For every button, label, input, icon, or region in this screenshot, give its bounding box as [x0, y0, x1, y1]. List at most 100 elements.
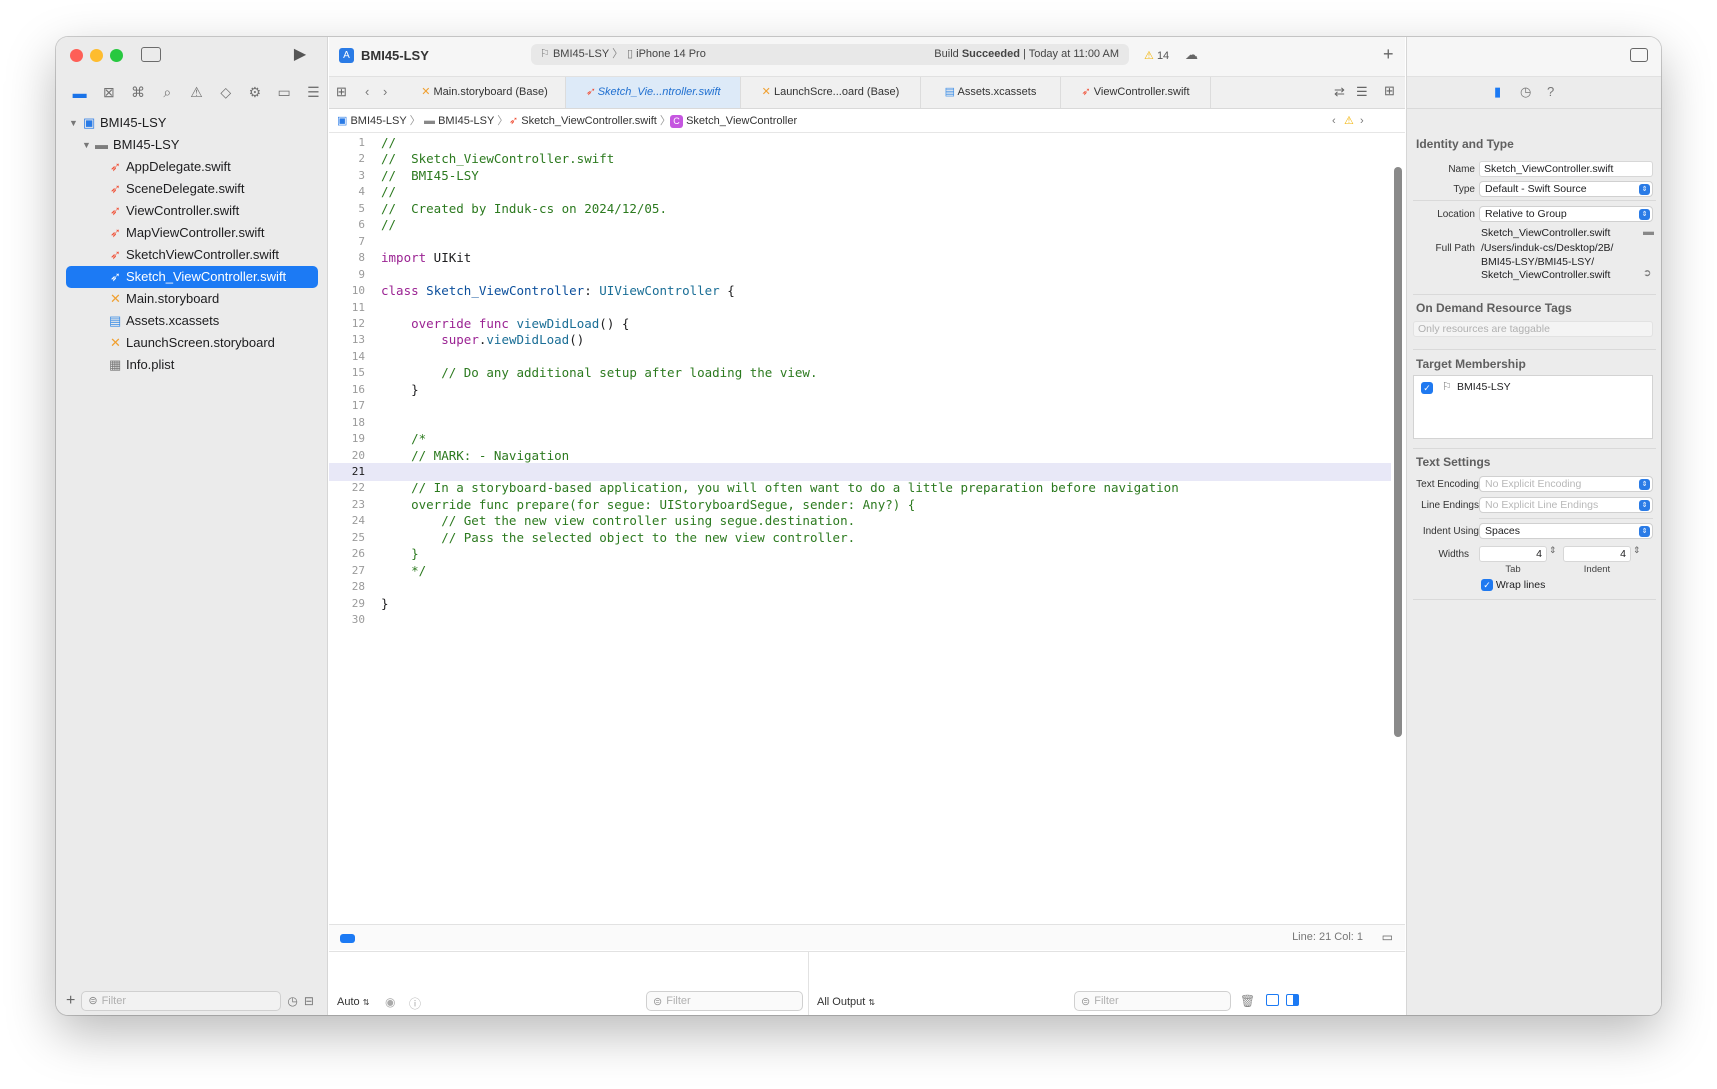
jumpbar-symbol[interactable]: C Sketch_ViewController: [670, 109, 797, 133]
line-number: 29: [351, 596, 365, 610]
close-window-button[interactable]: [70, 49, 83, 62]
test-navigator-diamond-icon[interactable]: ◇: [211, 84, 240, 101]
stepper-icon[interactable]: ⇕: [1633, 545, 1641, 556]
project-navigator-folder-icon[interactable]: ▬: [65, 85, 94, 101]
jumpbar-project[interactable]: ▣ BMI45-LSY 〉: [337, 109, 421, 133]
name-field[interactable]: Sketch_ViewController.swift: [1479, 161, 1653, 177]
minimap-toggle-icon[interactable]: ▭: [1382, 930, 1393, 944]
warning-count-badge[interactable]: ⚠ 14: [1144, 49, 1169, 62]
tree-item-file[interactable]: ➶ SceneDelegate.swift: [56, 178, 328, 200]
jumpbar-file-label: Sketch_ViewController.swift: [521, 115, 657, 127]
recent-files-clock-icon[interactable]: ◷: [287, 994, 297, 1008]
file-inspector-doc-icon[interactable]: ▮: [1494, 84, 1501, 100]
tab-width-field[interactable]: 4: [1479, 546, 1547, 562]
find-navigator-search-icon[interactable]: ⌕: [153, 84, 182, 101]
symbol-navigator-icon[interactable]: ⌘: [123, 84, 152, 101]
eye-icon[interactable]: ◉: [385, 995, 395, 1009]
target-checkbox[interactable]: ✓: [1421, 382, 1433, 394]
history-clock-icon[interactable]: ◷: [1520, 84, 1531, 100]
tree-item-file[interactable]: ▦ Info.plist: [56, 354, 328, 376]
tree-item-file[interactable]: ➶ SketchViewController.swift: [56, 244, 328, 266]
tree-item-file[interactable]: ➶ AppDelegate.swift: [56, 156, 328, 178]
source-editor[interactable]: 1 2 3 4 5 6 7 8 9 10 11 12 13 14 15 16 17 18 19 20 21 22 23 24 2…: [329, 133, 1405, 925]
encoding-popup[interactable]: No Explicit Encoding ⇕: [1479, 476, 1653, 492]
cloud-status-icon[interactable]: ☁: [1185, 47, 1198, 63]
tab-viewcontroller[interactable]: ➶ ViewController.swift: [1061, 77, 1211, 108]
variables-filter-input[interactable]: ⊜ Filter: [646, 991, 803, 1011]
report-navigator-icon[interactable]: ☰: [299, 84, 328, 101]
inspector-toggle-icon[interactable]: [1630, 48, 1648, 62]
line-number: 27: [351, 563, 365, 577]
tree-item-file[interactable]: ✕ Main.storyboard: [56, 288, 328, 310]
console-filter-input[interactable]: ⊜ Filter: [1074, 991, 1231, 1011]
location-popup[interactable]: Relative to Group ⇕: [1479, 206, 1653, 222]
destination-selector[interactable]: ▯ iPhone 14 Pro: [627, 44, 706, 65]
tab-launchscreen[interactable]: ✕ LaunchScre...oard (Base): [741, 77, 921, 108]
tab-main-storyboard[interactable]: ✕ Main.storyboard (Base): [404, 77, 566, 108]
add-file-plus-icon[interactable]: +: [66, 992, 75, 1010]
library-plus-icon[interactable]: +: [1383, 44, 1394, 65]
disclosure-chevron-icon[interactable]: ▼: [69, 112, 78, 134]
indent-using-popup[interactable]: Spaces ⇕: [1479, 523, 1653, 539]
tree-item-file[interactable]: ➶ ViewController.swift: [56, 200, 328, 222]
wrap-lines-checkbox[interactable]: ✓: [1481, 579, 1493, 592]
run-button[interactable]: ▶: [292, 47, 308, 63]
filter-icon: ⊜: [88, 995, 98, 1007]
tree-item-file[interactable]: ▤ Assets.xcassets: [56, 310, 328, 332]
tree-item-file-selected[interactable]: ➶ Sketch_ViewController.swift: [66, 266, 318, 288]
target-membership-list: ✓ ⚐ BMI45-LSY: [1413, 375, 1653, 439]
scheme-selector[interactable]: ⚐ BMI45-LSY 〉: [540, 44, 623, 65]
debug-area-toggle-icon[interactable]: [340, 934, 355, 943]
breakpoint-navigator-icon[interactable]: ▭: [270, 84, 299, 101]
jumpbar-group[interactable]: ▬ BMI45-LSY 〉: [424, 109, 508, 133]
type-popup[interactable]: Default - Swift Source ⇕: [1479, 181, 1653, 197]
tab-label: LaunchScre...oard (Base): [773, 86, 900, 98]
editor-options-icon[interactable]: ☰: [1356, 84, 1368, 100]
issue-prev-chevron-icon[interactable]: ‹: [1332, 109, 1336, 133]
tree-item-file[interactable]: ✕ LaunchScreen.storyboard: [56, 332, 328, 354]
jumpbar-file[interactable]: ➶ Sketch_ViewController.swift 〉: [509, 109, 671, 133]
debug-navigator-icon[interactable]: ⚙: [240, 84, 269, 101]
folder-icon[interactable]: ▬: [1643, 226, 1654, 238]
project-icon: ▣: [83, 115, 96, 130]
quick-help-question-icon[interactable]: ?: [1547, 84, 1554, 99]
reveal-arrow-icon[interactable]: ➲: [1643, 268, 1651, 279]
info-icon[interactable]: ⓘ: [409, 995, 421, 1012]
minimize-window-button[interactable]: [90, 49, 103, 62]
disclosure-chevron-icon[interactable]: ▼: [82, 134, 91, 156]
show-variables-pane-icon[interactable]: [1266, 994, 1279, 1006]
swift-file-icon: ➶: [110, 181, 121, 196]
show-console-pane-icon[interactable]: [1286, 994, 1299, 1006]
issue-next-chevron-icon[interactable]: ›: [1360, 109, 1364, 133]
code-line: //: [381, 184, 397, 200]
vertical-scrollbar[interactable]: [1394, 167, 1402, 737]
tree-item-project[interactable]: ▼ ▣ BMI45-LSY: [56, 112, 328, 134]
code-line: // In a storyboard-based application, yo…: [381, 480, 1179, 496]
swift-file-icon: ➶: [1081, 86, 1091, 98]
grid-related-items-icon[interactable]: ⊞: [336, 84, 347, 100]
zoom-window-button[interactable]: [110, 49, 123, 62]
tab-sketch-viewcontroller[interactable]: ➶ Sketch_Vie...ntroller.swift: [566, 77, 741, 108]
trash-icon[interactable]: 🗑: [1240, 994, 1255, 1008]
stepper-icon[interactable]: ⇕: [1549, 545, 1557, 556]
line-number: 13: [351, 333, 365, 347]
variables-scope-popup[interactable]: Auto ⇅: [337, 996, 369, 1008]
output-scope-popup[interactable]: All Output ⇅: [817, 996, 875, 1008]
tab-assets[interactable]: ▤ Assets.xcassets: [921, 77, 1061, 108]
source-control-icon[interactable]: ⊠: [94, 84, 123, 101]
tab-caption: Tab: [1505, 564, 1521, 575]
warning-triangle-icon[interactable]: ⚠: [1344, 109, 1354, 133]
indent-width-field[interactable]: 4: [1563, 546, 1631, 562]
forward-chevron-icon[interactable]: ›: [383, 84, 387, 99]
split-editor-icon[interactable]: ⊞: [1384, 83, 1395, 99]
swap-arrows-icon[interactable]: ⇄: [1334, 84, 1345, 100]
tree-item-file[interactable]: ➶ MapViewController.swift: [56, 222, 328, 244]
issue-navigator-warning-icon[interactable]: ⚠: [182, 84, 211, 101]
wrap-lines-checkbox-row[interactable]: ✓ Wrap lines: [1481, 579, 1545, 592]
sidebar-toggle-icon[interactable]: [141, 47, 161, 62]
navigator-filter-input[interactable]: ⊜ Filter: [81, 990, 282, 1011]
tree-item-group[interactable]: ▼ ▬ BMI45-LSY: [56, 134, 328, 156]
back-chevron-icon[interactable]: ‹: [365, 84, 369, 99]
line-endings-popup[interactable]: No Explicit Line Endings ⇕: [1479, 497, 1653, 513]
filter-options-icon[interactable]: ⊟: [304, 994, 314, 1008]
